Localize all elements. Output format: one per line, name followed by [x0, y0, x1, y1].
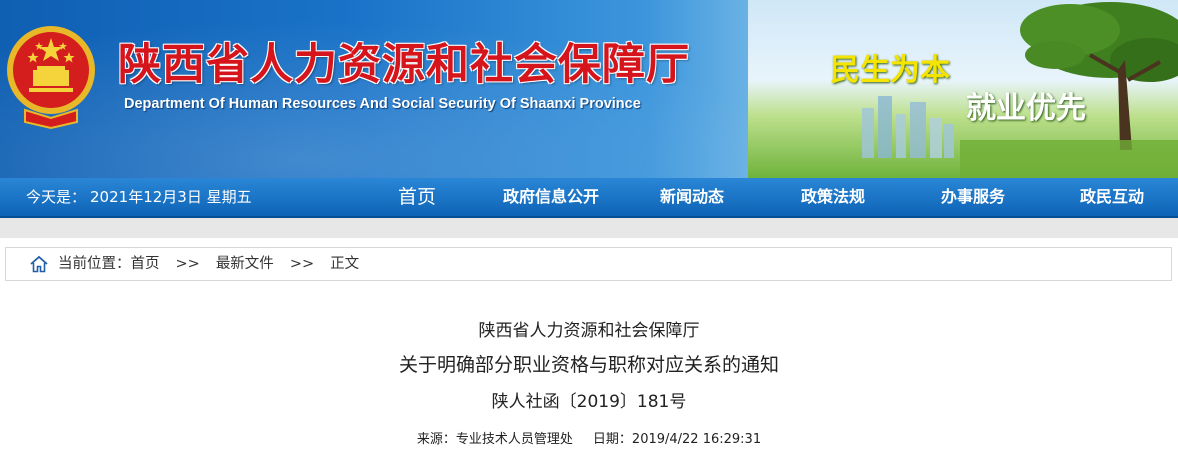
- breadcrumb-separator: >>: [175, 256, 200, 272]
- site-title-cn: 陕西省人力资源和社会保障厅: [118, 40, 690, 90]
- header-banner: 陕西省人力资源和社会保障厅 Department Of Human Resour…: [0, 0, 1178, 178]
- article-doc-number: 陕人社函〔2019〕181号: [491, 392, 687, 412]
- main-nav: 今天是： 2021年12月3日 星期五 首页 政府信息公开 新闻动态 政策法规 办…: [0, 178, 1178, 218]
- article-meta: 来源：专业技术人员管理处 日期：2019/4/22 16:29:31: [0, 428, 1178, 447]
- article-org: 陕西省人力资源和社会保障厅: [478, 321, 700, 341]
- breadcrumb-trail: 当前位置：首页 >> 最新文件 >> 正文: [58, 248, 359, 280]
- source-value: 专业技术人员管理处: [455, 432, 573, 447]
- publish-date-value: 2019/4/22 16:29:31: [631, 432, 762, 447]
- nav-item-interaction[interactable]: 政民互动: [1080, 178, 1144, 216]
- date-value: 2021年12月3日 星期五: [90, 188, 252, 206]
- breadcrumb-home-link[interactable]: 首页: [131, 256, 160, 272]
- article-title: 关于明确部分职业资格与职称对应关系的通知: [398, 354, 779, 376]
- slogan-primary: 民生为本: [830, 53, 950, 88]
- breadcrumb-prefix: 当前位置：: [58, 256, 131, 272]
- breadcrumb-separator: >>: [289, 256, 315, 272]
- nav-item-home[interactable]: 首页: [398, 178, 436, 216]
- breadcrumb-latest-files-link[interactable]: 最新文件: [216, 256, 274, 272]
- current-date: 今天是： 2021年12月3日 星期五: [26, 178, 256, 216]
- nav-item-news[interactable]: 新闻动态: [660, 178, 724, 216]
- nav-item-services[interactable]: 办事服务: [941, 178, 1005, 216]
- nav-item-gov-info[interactable]: 政府信息公开: [503, 178, 599, 216]
- divider-band: [0, 218, 1178, 238]
- source-label: 来源：: [416, 432, 456, 447]
- publish-date-label: 日期：: [592, 432, 632, 447]
- city-skyline-graphic: [862, 96, 954, 158]
- slogan-secondary: 就业优先: [966, 91, 1086, 126]
- home-icon: [30, 255, 48, 273]
- national-emblem-icon: [7, 26, 95, 130]
- breadcrumb-current: 正文: [330, 256, 360, 272]
- nav-item-policy[interactable]: 政策法规: [801, 178, 865, 216]
- date-label: 今天是：: [26, 188, 87, 206]
- site-title-en: Department Of Human Resources And Social…: [124, 96, 641, 112]
- breadcrumb: 当前位置：首页 >> 最新文件 >> 正文: [5, 247, 1172, 281]
